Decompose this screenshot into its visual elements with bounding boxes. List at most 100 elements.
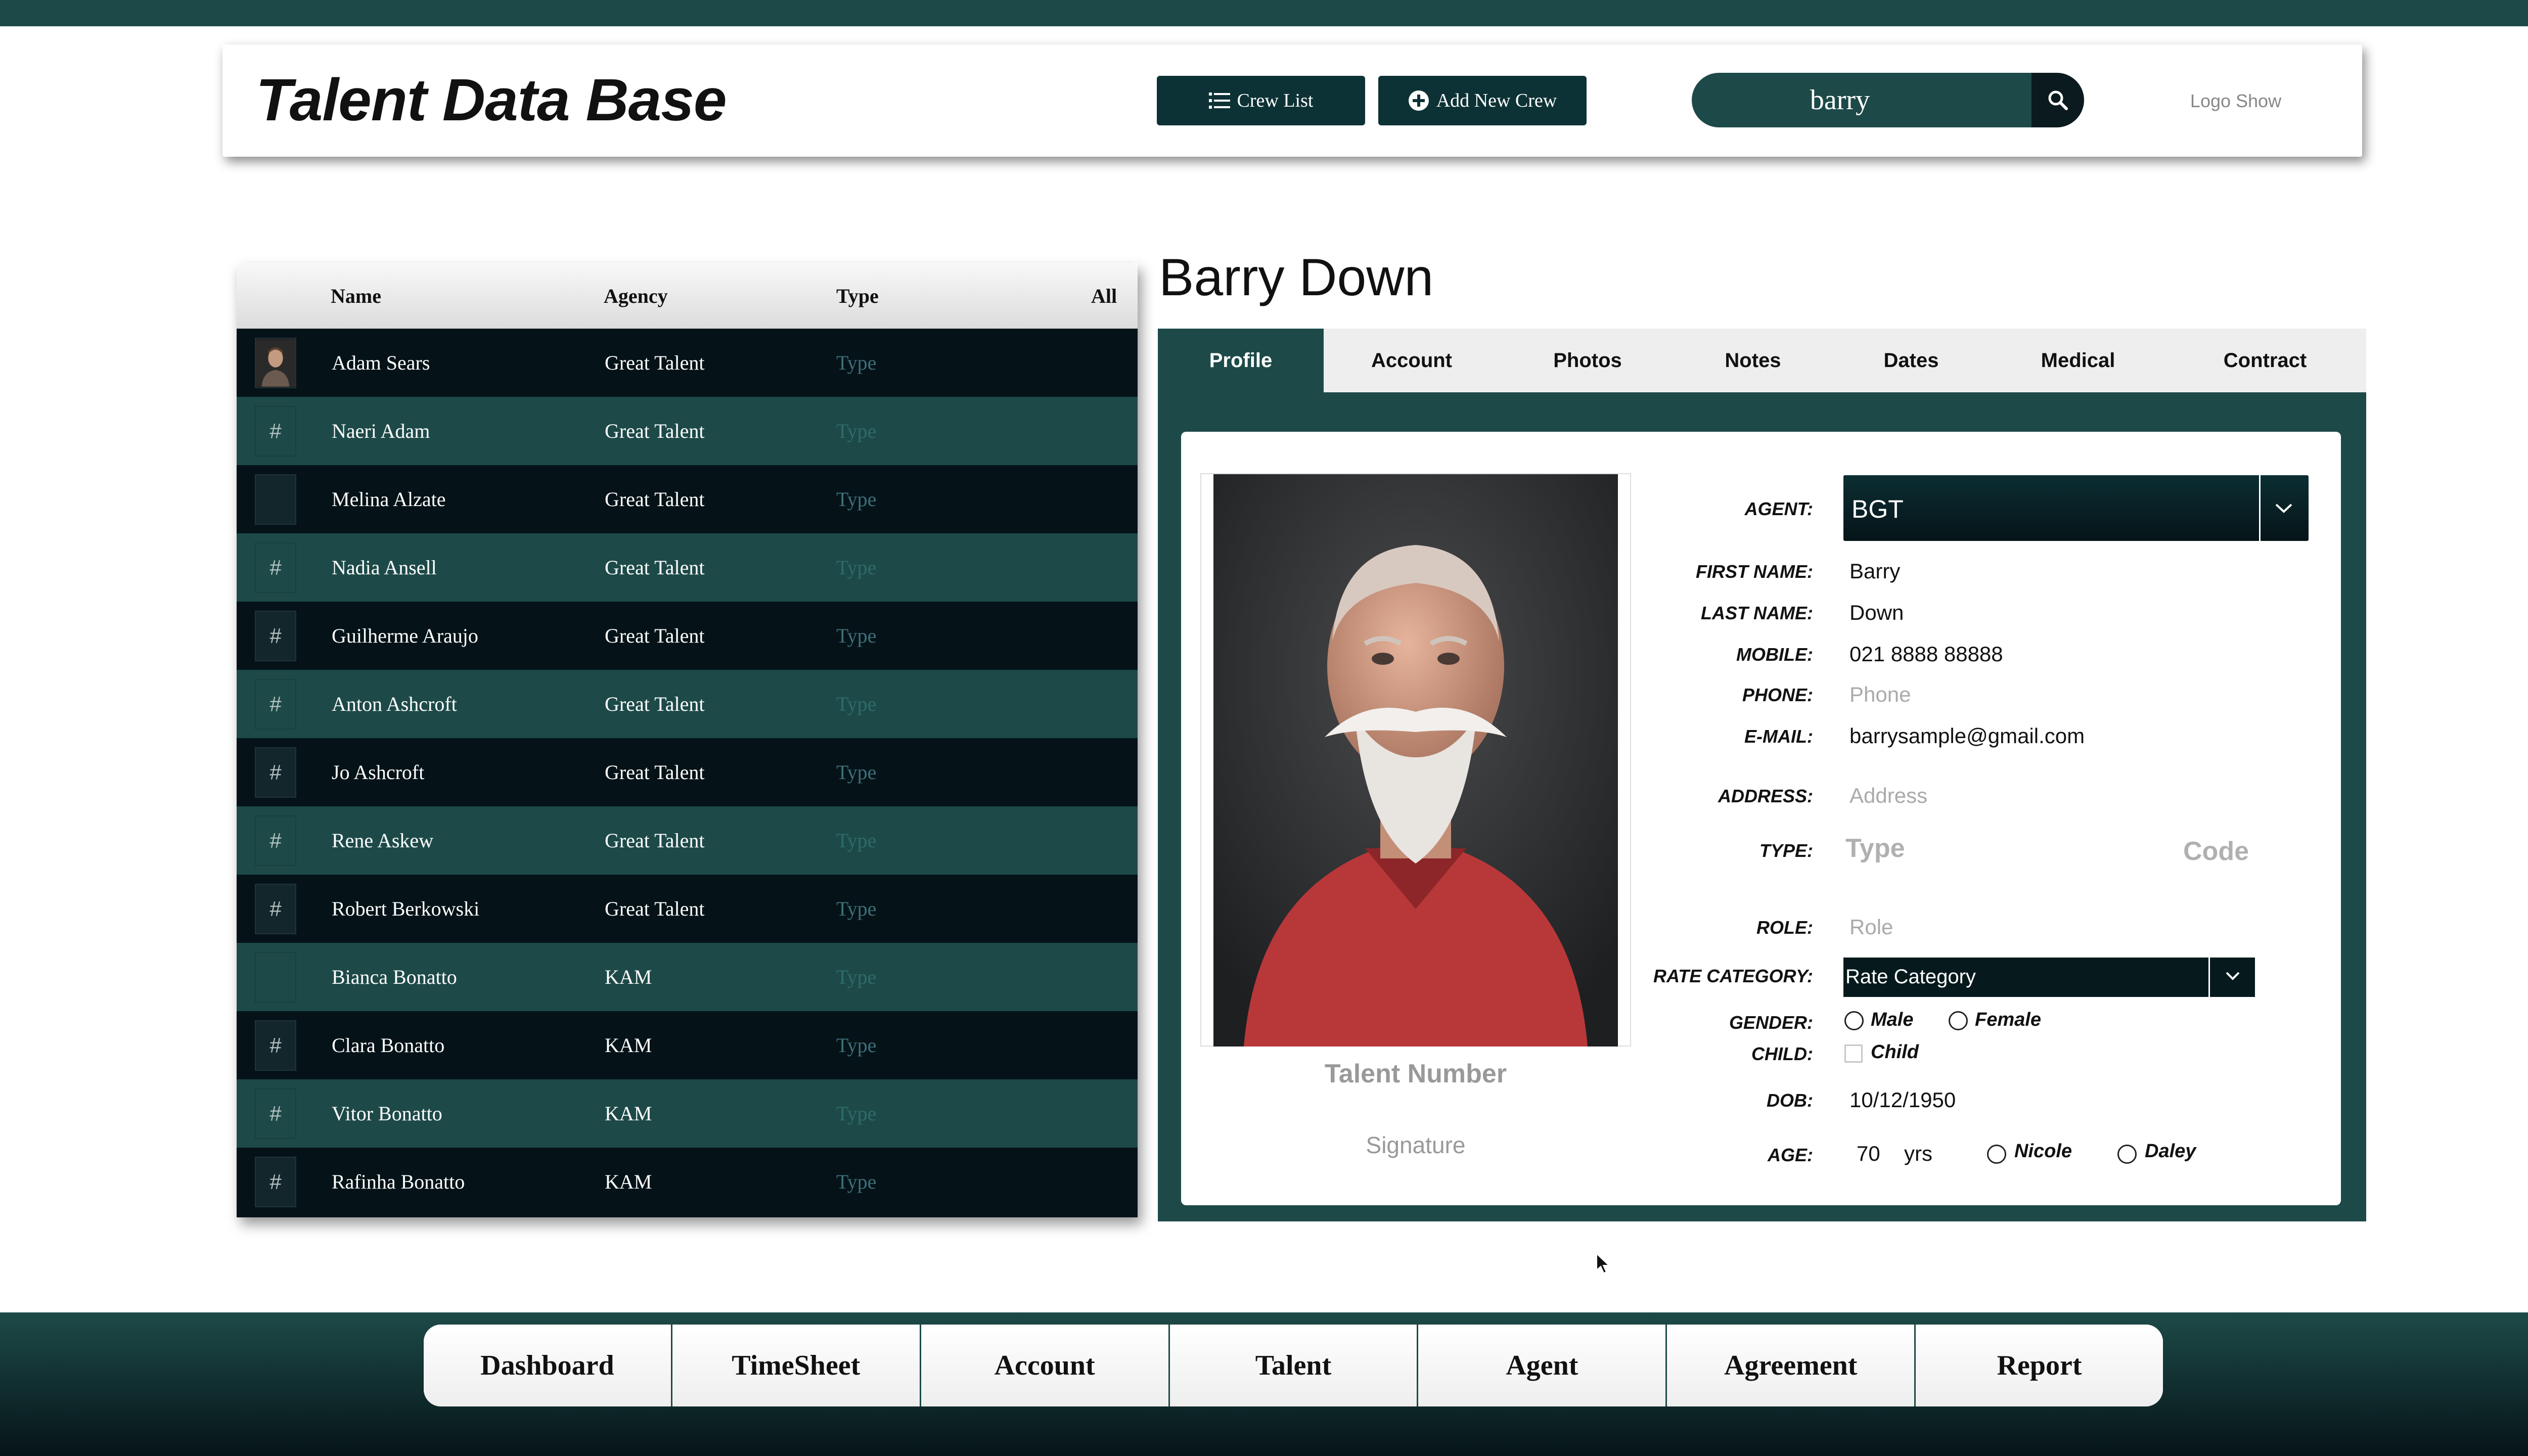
chevron-down-icon — [2226, 972, 2240, 980]
talent-name-title: Barry Down — [1159, 248, 1434, 307]
nav-account[interactable]: Account — [921, 1325, 1170, 1406]
rate-category-dropdown[interactable]: Rate Category — [1843, 958, 2255, 997]
search-bar[interactable]: barry — [1692, 73, 2084, 127]
signature-field[interactable]: Signature — [1200, 1131, 1631, 1159]
gender-male-radio[interactable] — [1844, 1011, 1864, 1030]
list-header: Name Agency Type All — [237, 263, 1138, 329]
filter-all-button[interactable]: All — [1091, 284, 1117, 308]
type-cell: Type — [836, 1034, 877, 1057]
code-field[interactable]: Code — [2183, 836, 2249, 867]
list-item[interactable]: # Jo Ashcroft Great Talent Type — [237, 738, 1138, 806]
tab-photos[interactable]: Photos — [1500, 329, 1676, 392]
add-new-crew-label: Add New Crew — [1436, 90, 1557, 111]
avatar-placeholder: # — [255, 542, 296, 593]
add-new-crew-button[interactable]: Add New Crew — [1378, 76, 1587, 125]
nav-talent[interactable]: Talent — [1169, 1325, 1419, 1406]
list-item[interactable]: # Rafinha Bonatto KAM Type — [237, 1148, 1138, 1217]
talent-name-cell: Rene Askew — [332, 829, 434, 852]
agency-cell: Great Talent — [605, 420, 705, 442]
agency-cell: Great Talent — [605, 761, 705, 784]
first-name-field[interactable]: Barry — [1849, 559, 1900, 583]
daley-radio[interactable] — [2117, 1145, 2137, 1164]
type-cell: Type — [836, 693, 877, 715]
agency-cell: Great Talent — [605, 488, 705, 511]
chevron-down-icon — [2275, 504, 2292, 513]
child-option-label: Child — [1871, 1041, 1919, 1063]
agency-cell: Great Talent — [605, 556, 705, 579]
talent-number-label: Talent Number — [1324, 1059, 1507, 1088]
phone-field[interactable]: Phone — [1849, 682, 1911, 707]
tab-profile[interactable]: Profile — [1158, 329, 1324, 392]
list-item[interactable]: # Rene Askew Great Talent Type — [237, 806, 1138, 875]
talent-name-cell: Nadia Ansell — [332, 556, 437, 579]
list-item[interactable]: # Naeri Adam Great Talent Type — [237, 397, 1138, 465]
avatar — [255, 338, 296, 388]
talent-name-cell: Rafinha Bonatto — [332, 1170, 465, 1193]
bottom-nav: Dashboard TimeSheet Account Talent Agent… — [424, 1325, 2163, 1406]
top-accent-bar — [0, 0, 2528, 26]
list-icon — [1208, 92, 1230, 110]
agency-cell: KAM — [605, 1102, 652, 1125]
logo-placeholder: Logo Show — [2190, 90, 2282, 111]
talent-name-cell: Melina Alzate — [332, 488, 446, 511]
address-field[interactable]: Address — [1849, 784, 1927, 808]
dob-field[interactable]: 10/12/1950 — [1849, 1088, 1956, 1112]
child-checkbox[interactable] — [1844, 1044, 1863, 1063]
list-item[interactable]: # Vitor Bonatto KAM Type — [237, 1079, 1138, 1148]
tab-account[interactable]: Account — [1324, 329, 1500, 392]
list-item[interactable]: # Robert Berkowski Great Talent Type — [237, 875, 1138, 943]
column-header-type[interactable]: Type — [836, 284, 879, 308]
list-item[interactable]: Melina Alzate Great Talent Type — [237, 465, 1138, 533]
agency-cell: KAM — [605, 966, 652, 988]
talent-name-cell: Robert Berkowski — [332, 897, 480, 920]
search-button[interactable] — [2032, 73, 2084, 127]
mobile-label: MOBILE: — [1736, 644, 1813, 665]
dropdown-divider — [2259, 475, 2261, 541]
crew-list-button[interactable]: Crew List — [1157, 76, 1365, 125]
tab-contract[interactable]: Contract — [2164, 329, 2366, 392]
type-field[interactable]: Type — [1845, 833, 1905, 863]
avatar-placeholder: # — [255, 747, 296, 798]
last-name-label: LAST NAME: — [1701, 603, 1813, 623]
list-item[interactable]: Adam Sears Great Talent Type — [237, 329, 1138, 397]
avatar-placeholder — [255, 474, 296, 525]
type-cell: Type — [836, 1102, 877, 1125]
role-field[interactable]: Role — [1849, 915, 1893, 939]
agency-cell: Great Talent — [605, 693, 705, 715]
agent-value: BGT — [1852, 495, 1904, 523]
nav-agreement[interactable]: Agreement — [1667, 1325, 1916, 1406]
last-name-field[interactable]: Down — [1849, 601, 1904, 625]
gender-female-radio[interactable] — [1949, 1011, 1968, 1030]
talent-photo[interactable] — [1213, 474, 1618, 1046]
type-cell: Type — [836, 966, 877, 988]
agent-dropdown[interactable]: BGT — [1843, 475, 2309, 541]
nav-report[interactable]: Report — [1916, 1325, 2163, 1406]
avatar-placeholder: # — [255, 1020, 296, 1071]
nav-timesheet[interactable]: TimeSheet — [672, 1325, 921, 1406]
talent-name-cell: Vitor Bonatto — [332, 1102, 442, 1125]
tab-notes[interactable]: Notes — [1676, 329, 1830, 392]
list-item[interactable]: # Anton Ashcroft Great Talent Type — [237, 670, 1138, 738]
tab-dates[interactable]: Dates — [1830, 329, 1992, 392]
type-cell: Type — [836, 761, 877, 784]
email-label: E-MAIL: — [1744, 726, 1813, 747]
type-cell: Type — [836, 829, 877, 852]
daley-option-label: Daley — [2145, 1141, 2196, 1162]
nav-dashboard[interactable]: Dashboard — [424, 1325, 672, 1406]
talent-name-cell: Adam Sears — [332, 351, 430, 374]
nav-agent[interactable]: Agent — [1418, 1325, 1667, 1406]
list-item[interactable]: Bianca Bonatto KAM Type — [237, 943, 1138, 1011]
column-header-agency[interactable]: Agency — [604, 284, 668, 308]
nicole-radio[interactable] — [1987, 1145, 2006, 1164]
list-item[interactable]: # Guilherme Araujo Great Talent Type — [237, 602, 1138, 670]
agency-cell: KAM — [605, 1170, 652, 1193]
list-item[interactable]: # Nadia Ansell Great Talent Type — [237, 533, 1138, 602]
list-item[interactable]: # Clara Bonatto KAM Type — [237, 1011, 1138, 1079]
mobile-field[interactable]: 021 8888 88888 — [1849, 642, 2003, 666]
type-cell: Type — [836, 420, 877, 442]
search-input[interactable]: barry — [1692, 73, 1988, 127]
email-field[interactable]: barrysample@gmail.com — [1849, 724, 2085, 748]
column-header-name[interactable]: Name — [331, 284, 381, 308]
tab-medical[interactable]: Medical — [1992, 329, 2164, 392]
talent-list: Name Agency Type All Adam Sears Great Ta… — [237, 263, 1138, 1217]
